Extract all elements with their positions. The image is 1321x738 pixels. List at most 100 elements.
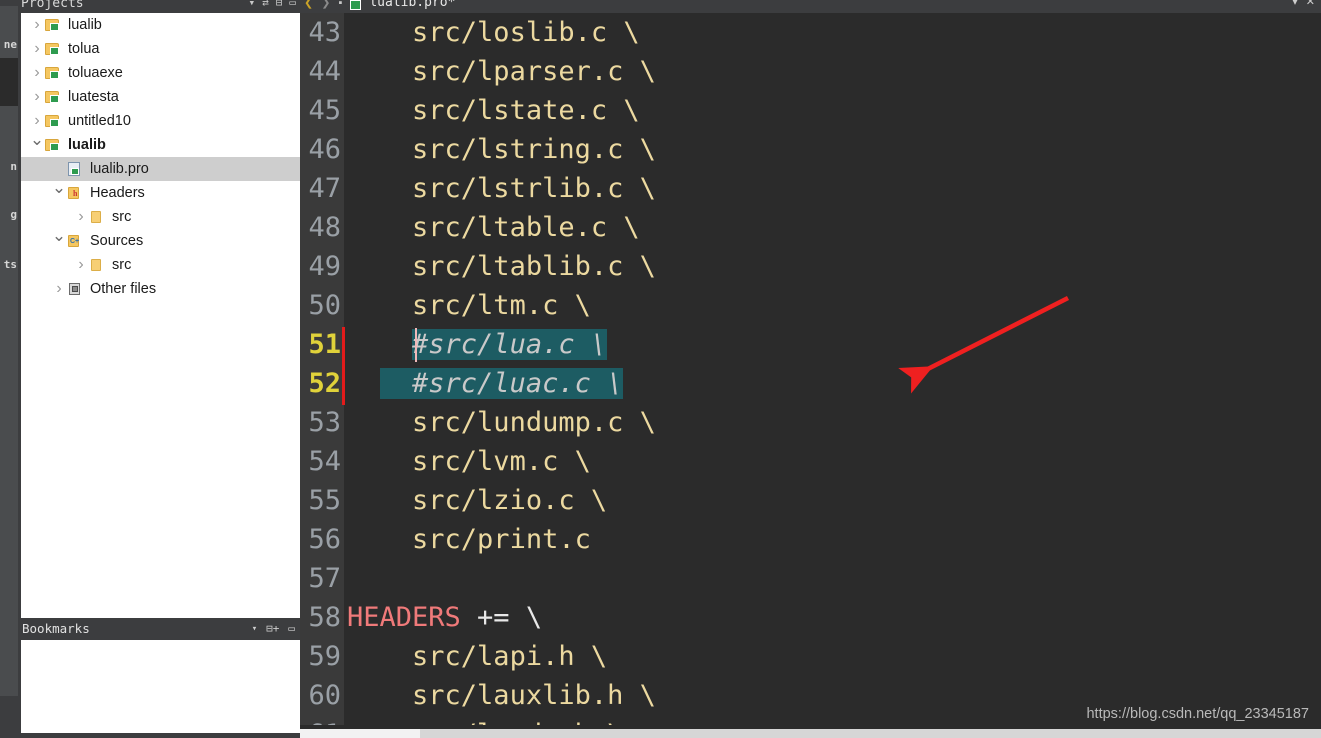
tree-item-toluaexe[interactable]: › toluaexe: [21, 61, 300, 85]
bookmarks-list[interactable]: [21, 640, 300, 733]
code-line-text: HEADERS += \: [344, 602, 542, 633]
folder-plain-icon: [89, 210, 105, 225]
editor-tab-actions: ▾ ✕: [1292, 0, 1315, 8]
forward-arrow-icon[interactable]: ❯: [321, 0, 330, 9]
minimize-icon[interactable]: ▭: [288, 620, 295, 638]
split-icon[interactable]: ⊟: [276, 0, 283, 9]
mode-item-edit[interactable]: [0, 58, 18, 106]
code-line[interactable]: 53 src/lundump.c \: [300, 403, 1321, 442]
code-line[interactable]: 51 #src/lua.c \: [300, 325, 1321, 364]
code-token-path: src/ltablib.c \: [412, 251, 656, 282]
code-line[interactable]: 49 src/ltablib.c \: [300, 247, 1321, 286]
code-token-comment: #src/lua.c \: [412, 329, 608, 360]
project-tree[interactable]: › lualib › tolua › toluaexe › luatesta › untitled…: [21, 13, 300, 618]
code-token-comment: #src/luac.c \: [379, 368, 624, 399]
tree-item-lualib[interactable]: ⌄ lualib: [21, 130, 300, 157]
add-split-icon[interactable]: ⊟+: [266, 620, 279, 638]
mode-item-debug[interactable]: g: [0, 208, 18, 222]
line-number: 60: [308, 680, 341, 711]
line-number: 50: [308, 290, 341, 321]
tree-item-label: Other files: [90, 281, 157, 297]
tree-item-label: Sources: [90, 233, 144, 249]
tree-item-label: lualib.pro: [90, 161, 149, 177]
chevron-down-icon[interactable]: ⌄: [29, 130, 45, 150]
code-line-text: src/ltm.c \: [344, 290, 591, 321]
mode-item-projects[interactable]: ts: [0, 258, 18, 272]
editor-tab-label[interactable]: lualib.pro*: [369, 0, 455, 10]
stop-icon[interactable]: ▪: [338, 0, 342, 9]
code-line[interactable]: 44 src/lparser.c \: [300, 52, 1321, 91]
tree-item-other-files[interactable]: › Other files: [21, 277, 300, 301]
close-icon[interactable]: ✕: [1306, 0, 1315, 8]
code-line[interactable]: 45 src/lstate.c \: [300, 91, 1321, 130]
code-token-path: src/print.c: [412, 524, 591, 555]
tree-item-headers[interactable]: ⌄ Headers: [21, 178, 300, 205]
chevron-right-icon[interactable]: ›: [29, 16, 45, 34]
folder-qt-icon: [45, 18, 61, 33]
tree-item-label: src: [112, 257, 132, 273]
code-line[interactable]: 58 HEADERS += \: [300, 598, 1321, 637]
code-token-path: src/lparser.c \: [412, 56, 656, 87]
code-line[interactable]: 55 src/lzio.c \: [300, 481, 1321, 520]
line-number: 43: [308, 17, 341, 48]
mode-item-design[interactable]: n: [0, 160, 18, 174]
chevron-right-icon[interactable]: ›: [51, 280, 67, 298]
chevron-right-icon[interactable]: ›: [29, 40, 45, 58]
code-line[interactable]: 47 src/lstrlib.c \: [300, 169, 1321, 208]
tree-item-label: untitled10: [68, 113, 131, 129]
file-pro-icon: [67, 161, 83, 177]
editor-tabbar: ❮ ❯ ▪ lualib.pro* ▾ ✕: [300, 0, 1321, 13]
tree-item-tolua[interactable]: › tolua: [21, 37, 300, 61]
code-line[interactable]: 48 src/ltable.c \: [300, 208, 1321, 247]
sync-icon[interactable]: ⇄: [262, 0, 269, 9]
code-line[interactable]: 56 src/print.c: [300, 520, 1321, 559]
tree-item-untitled10[interactable]: › untitled10: [21, 109, 300, 133]
tree-item-luatesta[interactable]: › luatesta: [21, 85, 300, 109]
tree-item-label: toluaexe: [68, 65, 123, 81]
code-line-text: #src/lua.c \: [344, 329, 608, 360]
chevron-down-icon[interactable]: ⌄: [51, 178, 67, 198]
code-token-path: src/lzio.c \: [412, 485, 608, 516]
tree-item-src[interactable]: › src: [21, 253, 300, 277]
mode-item-welcome[interactable]: ne: [0, 38, 18, 52]
tree-item-sources[interactable]: ⌄ Sources: [21, 226, 300, 253]
chevron-right-icon[interactable]: ›: [73, 208, 89, 226]
other-files-icon: [67, 282, 83, 297]
code-line[interactable]: 54 src/lvm.c \: [300, 442, 1321, 481]
code-lines[interactable]: 43 src/loslib.c \ 44 src/lparser.c \ 45 sr…: [300, 13, 1321, 725]
chevron-right-icon[interactable]: ›: [29, 112, 45, 130]
folder-cpp-icon: [67, 234, 83, 249]
chevron-right-icon[interactable]: ›: [29, 88, 45, 106]
back-arrow-icon[interactable]: ❮: [304, 0, 313, 9]
chevron-right-icon[interactable]: ›: [73, 256, 89, 274]
filter-icon[interactable]: ▾: [249, 0, 256, 9]
code-line[interactable]: 46 src/lstring.c \: [300, 130, 1321, 169]
qt-creator-window: ne n g ts Projects ▾ ⇄ ⊟ ▭ › lualib › tolua…: [0, 0, 1321, 738]
tree-item-lualib[interactable]: › lualib: [21, 13, 300, 37]
panel-bottom-strip: [18, 733, 300, 738]
horizontal-scrollbar-thumb[interactable]: [300, 729, 420, 738]
horizontal-scrollbar[interactable]: [300, 729, 1321, 738]
tree-item-label: luatesta: [68, 89, 119, 105]
chevron-right-icon[interactable]: ›: [29, 64, 45, 82]
code-line[interactable]: 43 src/loslib.c \: [300, 13, 1321, 52]
code-token-path: src/lstate.c \: [412, 95, 640, 126]
code-area[interactable]: 43 src/loslib.c \ 44 src/lparser.c \ 45 sr…: [300, 13, 1321, 725]
code-line-text: src/print.c: [344, 524, 591, 555]
modebar-top-divider: [0, 0, 18, 6]
minimize-icon[interactable]: ▭: [289, 0, 296, 9]
code-line[interactable]: 57: [300, 559, 1321, 598]
code-line[interactable]: 50 src/ltm.c \: [300, 286, 1321, 325]
line-number: 51: [308, 329, 341, 360]
chevron-down-icon[interactable]: ▾: [252, 620, 257, 638]
code-token-keyword: HEADERS: [347, 602, 478, 633]
code-token-path: src/lundump.c \: [412, 407, 656, 438]
tab-list-icon[interactable]: ▾: [1292, 0, 1298, 8]
code-token-path: src/lapi.h \: [412, 641, 608, 672]
code-line-text: src/loslib.c \: [344, 17, 640, 48]
code-token-path: src/lstrlib.c \: [412, 173, 656, 204]
code-line[interactable]: 52 #src/luac.c \: [300, 364, 1321, 403]
bookmarks-panel-title: Bookmarks: [22, 621, 90, 636]
code-line[interactable]: 59 src/lapi.h \: [300, 637, 1321, 676]
chevron-down-icon[interactable]: ⌄: [51, 226, 67, 246]
